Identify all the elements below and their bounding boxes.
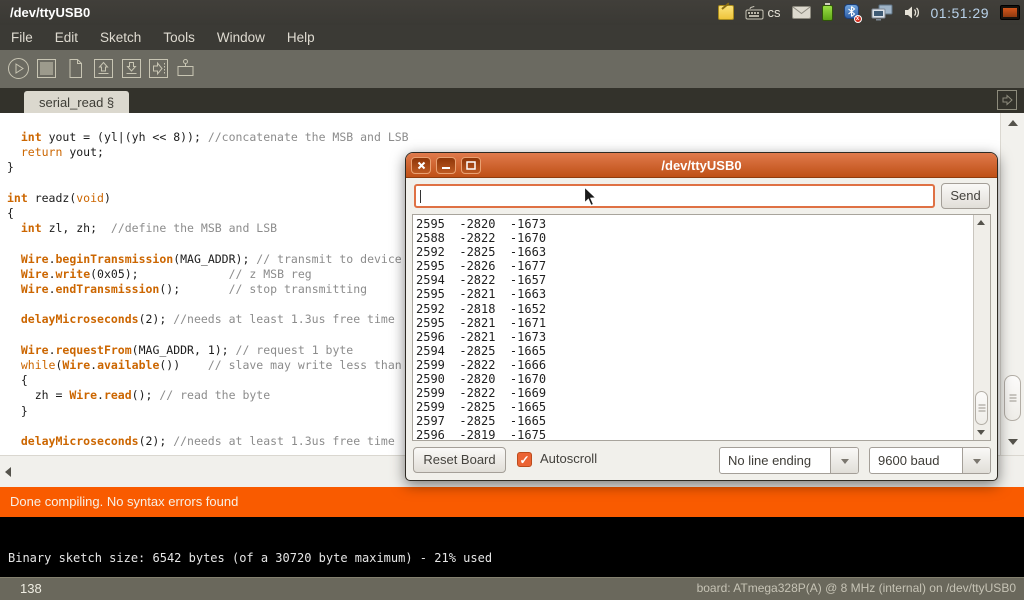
editor-vertical-scrollbar[interactable] [1000, 113, 1024, 455]
autoscroll-label: Autoscroll [540, 451, 597, 466]
clock[interactable]: 01:51:29 [931, 5, 990, 21]
text-caret [420, 190, 421, 203]
serial-output-line: 2596 -2819 -1675 [416, 428, 972, 440]
new-icon [64, 57, 87, 80]
serial-output-line: 2595 -2821 -1663 [416, 287, 972, 301]
keyboard-layout-label: cs [768, 5, 781, 20]
baud-rate-value: 9600 baud [878, 448, 939, 473]
close-button[interactable] [411, 157, 431, 174]
serial-monitor-button[interactable] [174, 57, 197, 80]
serial-output-text: 2595 -2820 -16732588 -2822 -16702592 -28… [416, 217, 972, 440]
serial-output-line: 2588 -2822 -1670 [416, 231, 972, 245]
menubar: FileEditSketchToolsWindowHelp [0, 25, 1024, 50]
notes-icon[interactable] [718, 5, 734, 20]
serial-output-line: 2599 -2822 -1669 [416, 386, 972, 400]
scroll-down-icon[interactable] [1008, 439, 1018, 445]
serial-output-line: 2599 -2822 -1666 [416, 358, 972, 372]
upload-icon [147, 57, 170, 80]
tab-bar: serial_read § [0, 88, 1024, 113]
desktop-top-panel: /dev/ttyUSB0 cs x [0, 0, 1024, 25]
serial-output-line: 2590 -2820 -1670 [416, 372, 972, 386]
mail-icon[interactable] [792, 6, 811, 19]
serial-input[interactable] [414, 184, 935, 208]
serial-scrollbar[interactable] [973, 215, 990, 440]
volume-icon[interactable] [904, 5, 920, 20]
serial-monitor-icon [174, 57, 197, 80]
serial-output-line: 2595 -2826 -1677 [416, 259, 972, 273]
save-button[interactable] [120, 57, 143, 80]
baud-rate-dropdown[interactable]: 9600 baud [869, 447, 991, 474]
system-tray: cs x 0 [718, 0, 1021, 25]
minimize-button[interactable] [436, 157, 456, 174]
menu-window[interactable]: Window [206, 25, 276, 50]
serial-input-row: Send [406, 179, 997, 214]
serial-output-line: 2594 -2825 -1665 [416, 344, 972, 358]
serial-output-line: 2592 -2818 -1652 [416, 302, 972, 316]
dropdown-button[interactable] [962, 448, 990, 473]
serial-monitor-title: /dev/ttyUSB0 [406, 153, 997, 178]
chevron-down-icon [973, 459, 981, 464]
network-icon[interactable] [871, 4, 893, 21]
menu-help[interactable]: Help [276, 25, 326, 50]
menu-tools[interactable]: Tools [152, 25, 206, 50]
bluetooth-icon[interactable]: x [844, 4, 860, 22]
scroll-up-icon[interactable] [1008, 120, 1018, 126]
stop-icon [35, 57, 58, 80]
autoscroll-checkbox[interactable]: ✓ [517, 452, 532, 467]
line-ending-dropdown[interactable]: No line ending [719, 447, 859, 474]
window-title-text: /dev/ttyUSB0 [10, 0, 90, 25]
menu-sketch[interactable]: Sketch [89, 25, 152, 50]
serial-output-line: 2595 -2820 -1673 [416, 217, 972, 231]
chevron-down-icon [841, 459, 849, 464]
new-button[interactable] [64, 57, 87, 80]
display-session-icon[interactable] [1000, 5, 1020, 20]
line-ending-value: No line ending [728, 448, 811, 473]
open-icon [92, 57, 115, 80]
build-console: Binary sketch size: 6542 bytes (of a 307… [0, 517, 1024, 577]
serial-output-line: 2599 -2825 -1665 [416, 400, 972, 414]
editor-scrollbar-thumb[interactable] [1004, 375, 1021, 421]
serial-monitor-titlebar[interactable]: /dev/ttyUSB0 [406, 153, 997, 178]
serial-output-line: 2596 -2821 -1673 [416, 330, 972, 344]
maximize-button[interactable] [461, 157, 481, 174]
open-button[interactable] [92, 57, 115, 80]
line-number: 138 [20, 578, 42, 599]
board-info: board: ATmega328P(A) @ 8 MHz (internal) … [697, 578, 1016, 599]
serial-output-line: 2597 -2825 -1665 [416, 414, 972, 428]
dropdown-button[interactable] [830, 448, 858, 473]
send-button[interactable]: Send [941, 183, 990, 209]
scroll-left-icon[interactable] [5, 467, 11, 477]
keyboard-indicator[interactable]: cs [745, 5, 781, 21]
toolbar [0, 50, 1024, 88]
keyboard-icon [745, 5, 764, 21]
reset-board-button[interactable]: Reset Board [413, 447, 506, 473]
tab-menu-button[interactable] [995, 89, 1019, 112]
serial-monitor-window: /dev/ttyUSB0 Send 2595 -2820 -16732588 -… [405, 152, 998, 481]
serial-scroll-up-icon[interactable] [977, 220, 985, 225]
battery-icon[interactable] [822, 5, 833, 21]
footer-status-bar: 138 board: ATmega328P(A) @ 8 MHz (intern… [0, 577, 1024, 600]
code-line: int yout = (yl|(yh << 8)); //concatenate… [7, 130, 998, 145]
serial-controls-row: Reset Board ✓ Autoscroll No line ending … [406, 440, 997, 480]
serial-output-line: 2594 -2822 -1657 [416, 273, 972, 287]
verify-icon [7, 57, 30, 80]
menu-edit[interactable]: Edit [44, 25, 89, 50]
mouse-cursor [583, 186, 598, 208]
serial-scroll-down-icon[interactable] [977, 430, 985, 435]
desktop: /dev/ttyUSB0 cs x [0, 0, 1024, 600]
status-bar: Done compiling. No syntax errors found [0, 487, 1024, 517]
console-text: Binary sketch size: 6542 bytes (of a 307… [8, 551, 492, 565]
tab-label: serial_read § [39, 95, 114, 110]
menu-file[interactable]: File [0, 25, 44, 50]
tab-serial-read[interactable]: serial_read § [24, 91, 129, 113]
serial-output-line: 2595 -2821 -1671 [416, 316, 972, 330]
serial-output-area[interactable]: 2595 -2820 -16732588 -2822 -16702592 -28… [412, 214, 991, 441]
status-message: Done compiling. No syntax errors found [10, 487, 238, 517]
serial-scrollbar-thumb[interactable] [975, 391, 988, 425]
stop-button[interactable] [35, 57, 58, 80]
verify-button[interactable] [7, 57, 30, 80]
save-icon [120, 57, 143, 80]
upload-button[interactable] [147, 57, 170, 80]
serial-output-line: 2592 -2825 -1663 [416, 245, 972, 259]
